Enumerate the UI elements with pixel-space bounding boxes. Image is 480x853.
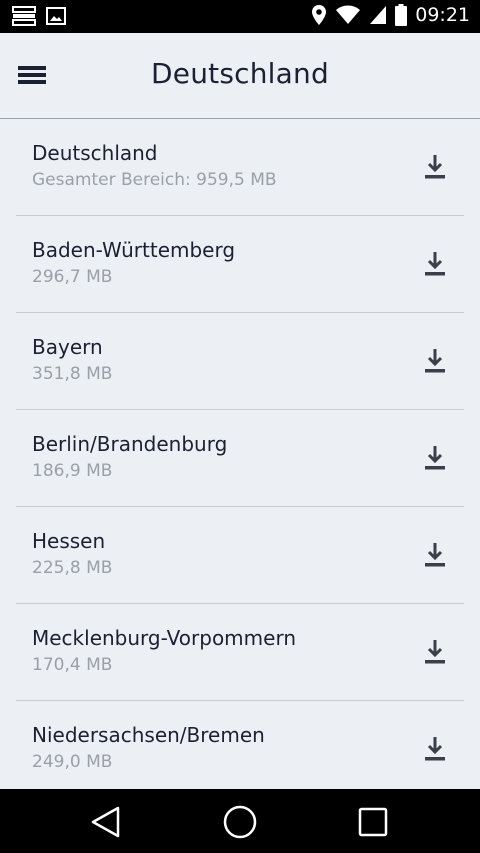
region-size: 296,7 MB — [32, 267, 113, 287]
battery-icon — [395, 4, 408, 26]
download-button[interactable] — [422, 444, 448, 472]
region-size: 351,8 MB — [32, 364, 113, 384]
region-size: Gesamter Bereich: 959,5 MB — [32, 170, 277, 190]
download-button[interactable] — [422, 250, 448, 278]
app-bar: Deutschland — [0, 33, 480, 119]
list-item[interactable]: Niedersachsen/Bremen 249,0 MB — [16, 701, 464, 798]
region-size: 170,4 MB — [32, 655, 113, 675]
list-item[interactable]: Bayern 351,8 MB — [16, 313, 464, 410]
download-icon — [425, 252, 445, 276]
download-icon — [425, 737, 445, 761]
download-button[interactable] — [422, 638, 448, 666]
signal-icon — [369, 5, 387, 25]
download-icon — [425, 640, 445, 664]
region-name: Mecklenburg-Vorpommern — [32, 626, 296, 650]
region-name: Niedersachsen/Bremen — [32, 723, 265, 747]
download-button[interactable] — [422, 347, 448, 375]
list-item[interactable]: Baden-Württemberg 296,7 MB — [16, 216, 464, 313]
list-item[interactable]: Berlin/Brandenburg 186,9 MB — [16, 410, 464, 507]
region-name: Bayern — [32, 335, 103, 359]
region-size: 249,0 MB — [32, 752, 113, 772]
clock: 09:21 — [415, 4, 470, 26]
notification-list-icon — [12, 6, 36, 26]
list-item[interactable]: Deutschland Gesamter Bereich: 959,5 MB — [16, 119, 464, 216]
download-icon — [425, 446, 445, 470]
home-button[interactable] — [220, 803, 260, 841]
download-button[interactable] — [422, 153, 448, 181]
wifi-icon — [335, 5, 361, 25]
region-name: Baden-Württemberg — [32, 238, 236, 262]
region-list: Deutschland Gesamter Bereich: 959,5 MB B… — [0, 119, 480, 798]
download-icon — [425, 349, 445, 373]
region-size: 225,8 MB — [32, 558, 113, 578]
download-button[interactable] — [422, 735, 448, 763]
back-button[interactable] — [85, 803, 125, 841]
home-icon — [223, 805, 257, 839]
region-name: Hessen — [32, 529, 106, 553]
region-name: Deutschland — [32, 141, 158, 165]
location-icon — [311, 4, 327, 26]
image-icon — [46, 6, 66, 26]
list-item[interactable]: Hessen 225,8 MB — [16, 507, 464, 604]
download-button[interactable] — [422, 541, 448, 569]
download-icon — [425, 543, 445, 567]
back-icon — [91, 806, 120, 838]
recents-button[interactable] — [353, 803, 393, 841]
recents-icon — [358, 807, 388, 837]
list-item[interactable]: Mecklenburg-Vorpommern 170,4 MB — [16, 604, 464, 701]
navigation-bar — [0, 789, 480, 853]
status-bar: 09:21 — [0, 0, 480, 33]
region-size: 186,9 MB — [32, 461, 113, 481]
download-icon — [425, 155, 445, 179]
page-title: Deutschland — [151, 57, 329, 90]
region-name: Berlin/Brandenburg — [32, 432, 228, 456]
